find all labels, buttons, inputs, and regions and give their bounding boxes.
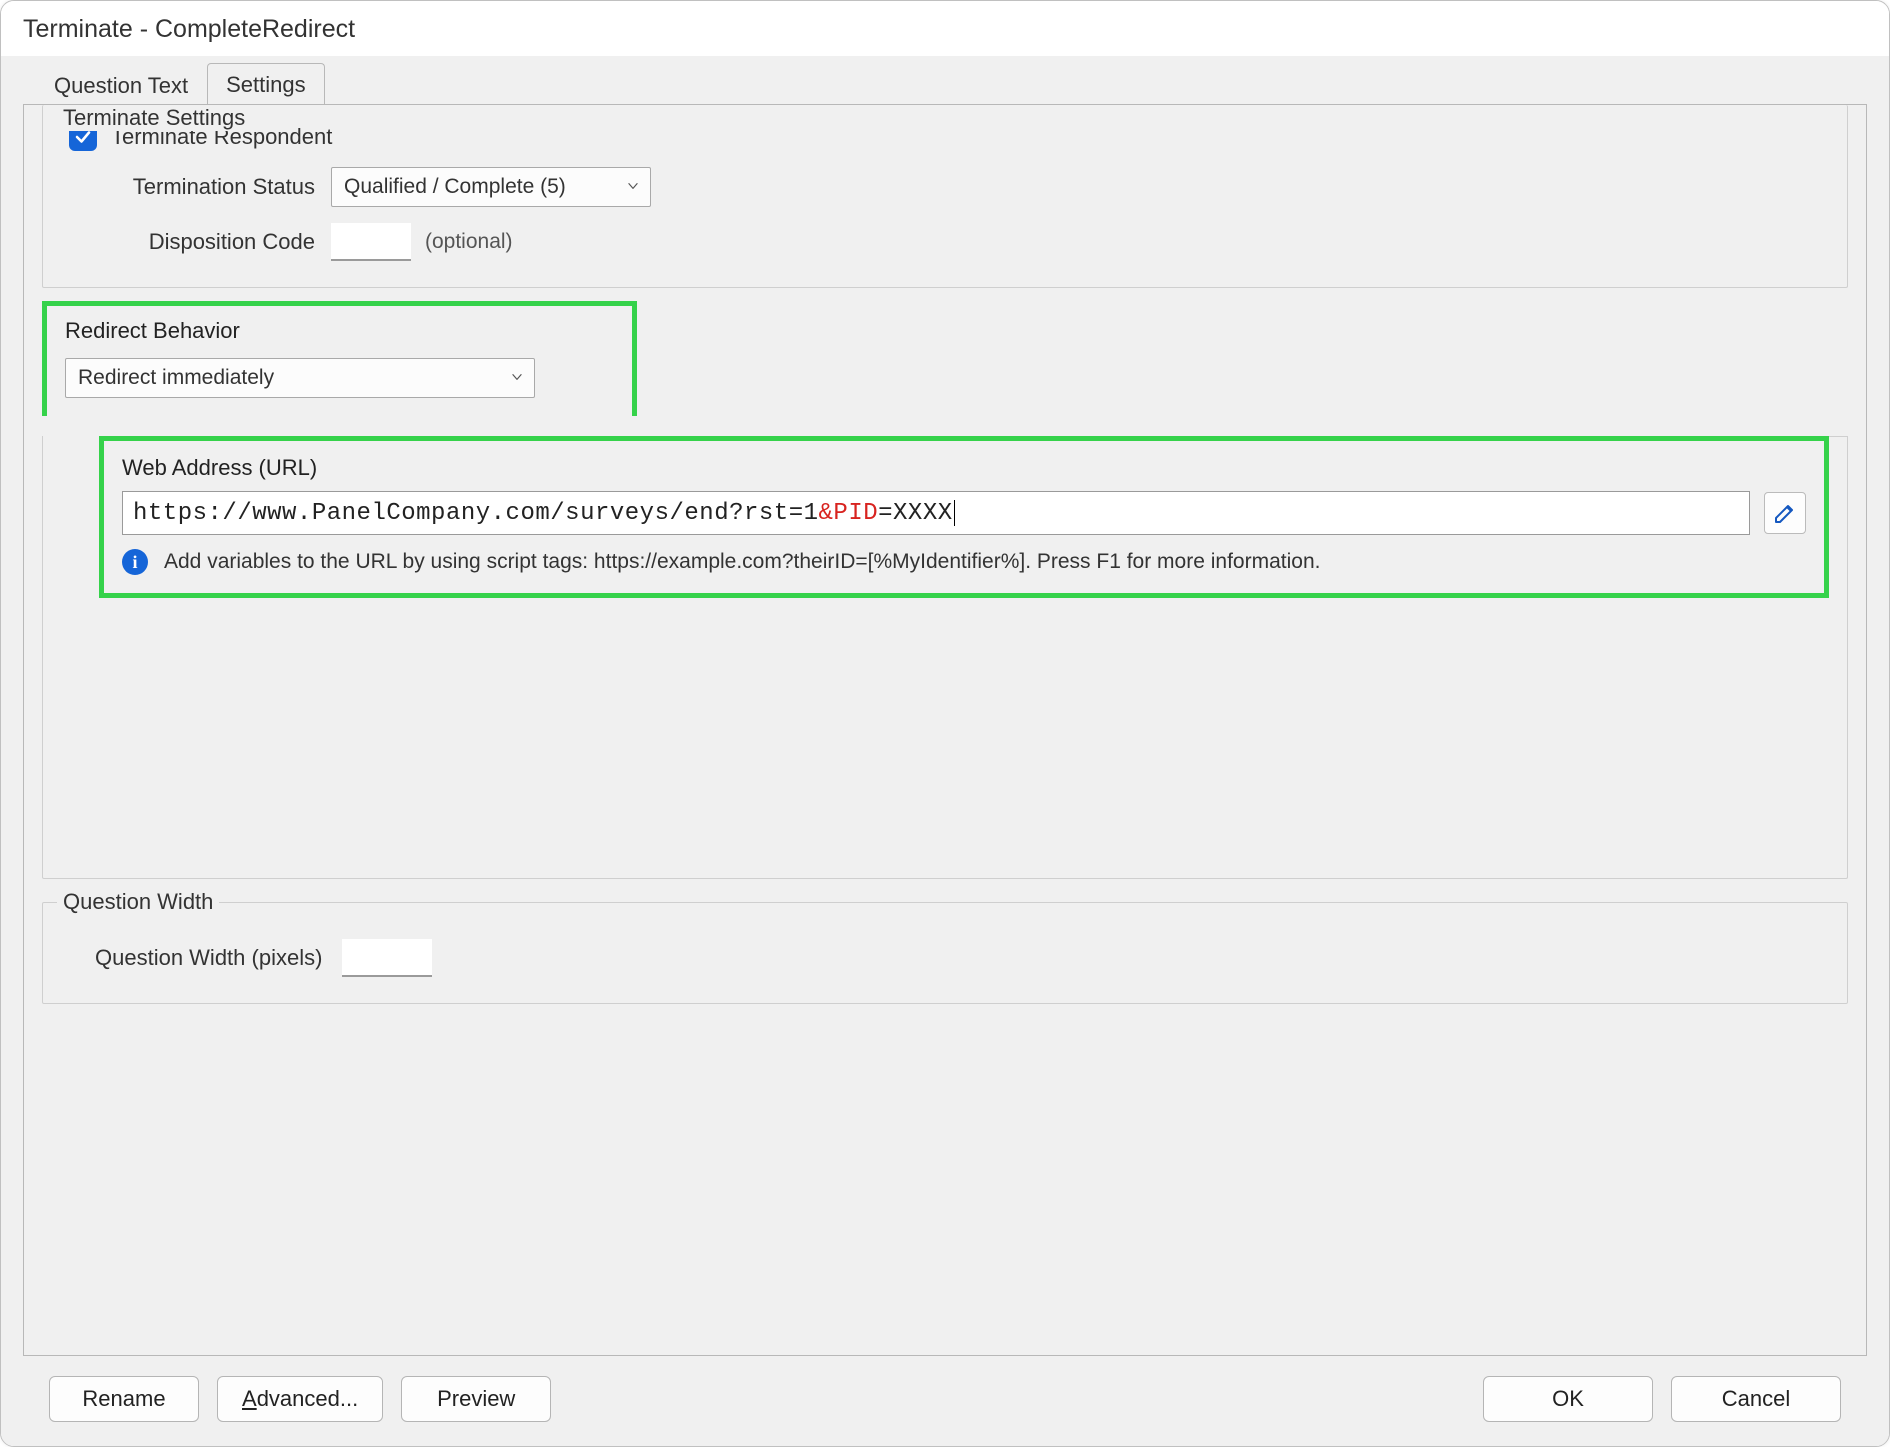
row-url-hint: i Add variables to the URL by using scri… — [122, 549, 1806, 575]
row-disposition-code: Disposition Code (optional) — [105, 223, 1825, 261]
row-question-width: Question Width (pixels) — [95, 939, 1825, 977]
row-terminate-respondent: Terminate Respondent — [69, 123, 1825, 151]
tab-question-text[interactable]: Question Text — [35, 64, 207, 105]
group-terminate-settings: Terminate Settings Terminate Respondent … — [42, 105, 1848, 288]
dialog-window: Terminate - CompleteRedirect Question Te… — [0, 0, 1890, 1447]
pencil-icon — [1773, 501, 1797, 525]
chevron-down-icon — [626, 175, 640, 199]
text-cursor — [954, 500, 955, 526]
info-icon: i — [122, 549, 148, 575]
tab-settings[interactable]: Settings — [207, 63, 325, 105]
group-question-width: Question Width Question Width (pixels) — [42, 902, 1848, 1004]
dialog-button-bar: Rename Advanced... Preview OK Cancel — [23, 1356, 1867, 1446]
highlight-url-section: Web Address (URL) https://www.PanelCompa… — [99, 436, 1829, 598]
label-disposition-code: Disposition Code — [105, 229, 315, 255]
select-termination-status[interactable]: Qualified / Complete (5) — [331, 167, 651, 207]
ok-button[interactable]: OK — [1483, 1376, 1653, 1422]
text-url-hint: Add variables to the URL by using script… — [164, 550, 1320, 574]
label-question-width: Question Width (pixels) — [95, 945, 322, 971]
tab-strip: Question Text Settings — [23, 62, 1867, 104]
rename-button[interactable]: Rename — [49, 1376, 199, 1422]
group-legend-question-width: Question Width — [57, 889, 219, 915]
group-legend-terminate: Terminate Settings — [57, 105, 251, 131]
select-redirect-mode-value: Redirect immediately — [78, 366, 274, 390]
highlight-redirect-behavior: Redirect Behavior Redirect immediately — [42, 301, 637, 416]
label-redirect-behavior: Redirect Behavior — [65, 318, 614, 344]
settings-panel: Terminate Settings Terminate Respondent … — [23, 104, 1867, 1356]
select-redirect-mode[interactable]: Redirect immediately — [65, 358, 535, 398]
select-termination-status-value: Qualified / Complete (5) — [344, 175, 566, 199]
input-disposition-code[interactable] — [331, 223, 411, 261]
edit-url-button[interactable] — [1764, 492, 1806, 534]
url-part-3: =XXXX — [878, 500, 953, 527]
input-question-width[interactable] — [342, 939, 432, 977]
window-title: Terminate - CompleteRedirect — [1, 1, 1889, 56]
preview-button[interactable]: Preview — [401, 1376, 551, 1422]
group-redirect-behavior: Web Address (URL) https://www.PanelCompa… — [42, 436, 1848, 879]
input-web-address[interactable]: https://www.PanelCompany.com/surveys/end… — [122, 491, 1750, 535]
url-part-highlight: &PID — [819, 500, 879, 527]
chevron-down-icon — [510, 366, 524, 390]
url-part-1: https://www.PanelCompany.com/surveys/end… — [133, 500, 819, 527]
cancel-button[interactable]: Cancel — [1671, 1376, 1841, 1422]
advanced-rest: dvanced... — [257, 1386, 359, 1411]
advanced-mnemonic: A — [242, 1386, 257, 1411]
content-area: Question Text Settings Terminate Setting… — [1, 56, 1889, 1446]
label-optional: (optional) — [425, 230, 513, 254]
label-web-address: Web Address (URL) — [122, 455, 1806, 481]
row-termination-status: Termination Status Qualified / Complete … — [105, 167, 1825, 207]
advanced-button[interactable]: Advanced... — [217, 1376, 383, 1422]
label-termination-status: Termination Status — [105, 174, 315, 200]
